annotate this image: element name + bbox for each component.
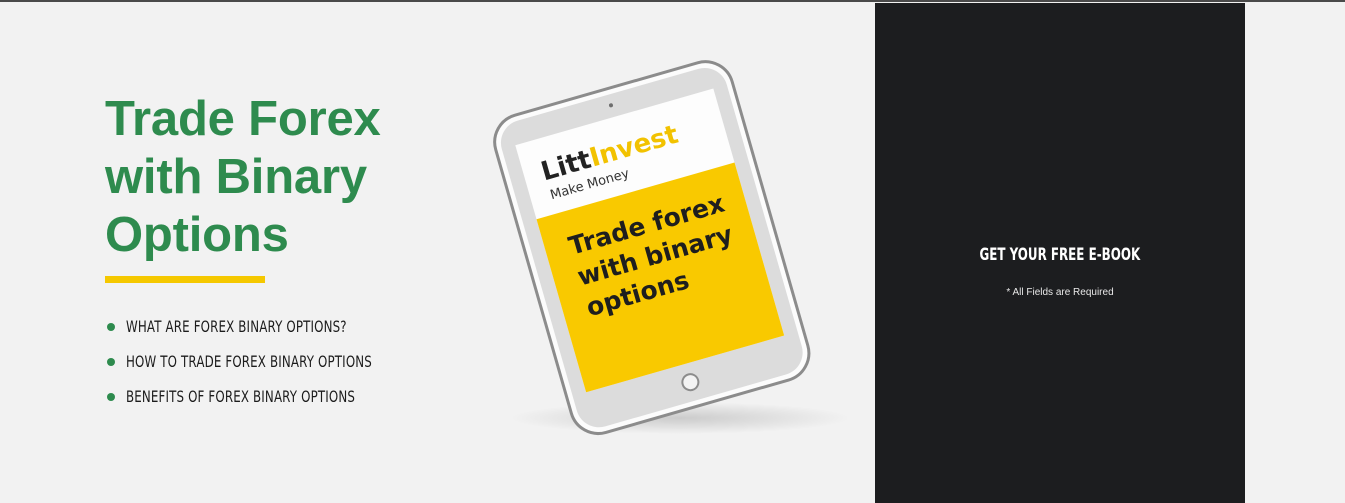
title-line: with Binary xyxy=(105,150,367,204)
tablet-illustration: LittInvest Make Money Trade forex with b… xyxy=(493,60,850,435)
bullet-dot-icon xyxy=(107,392,115,401)
bullet-dot-icon xyxy=(107,357,115,366)
title-line: Trade Forex xyxy=(105,92,381,146)
top-border xyxy=(0,0,1345,2)
feature-list: WHAT ARE FOREX BINARY OPTIONS? HOW TO TR… xyxy=(105,309,445,414)
title-underline xyxy=(105,276,265,283)
page-title: Trade Forex with Binary Options xyxy=(105,90,445,264)
bullet-dot-icon xyxy=(107,322,115,331)
ebook-tablet-image: LittInvest Make Money Trade forex with b… xyxy=(445,40,875,440)
feature-text: BENEFITS OF FOREX BINARY OPTIONS xyxy=(126,387,356,406)
list-item: WHAT ARE FOREX BINARY OPTIONS? xyxy=(105,309,445,344)
form-heading-text: GET YOUR FREE E-BOOK xyxy=(979,245,1141,265)
list-item: BENEFITS OF FOREX BINARY OPTIONS xyxy=(105,379,445,414)
form-heading: GET YOUR FREE E-BOOK xyxy=(875,245,1245,265)
ebook-signup-panel: GET YOUR FREE E-BOOK * All Fields are Re… xyxy=(875,3,1245,503)
hero-section: Trade Forex with Binary Options WHAT ARE… xyxy=(105,90,445,414)
required-fields-note: * All Fields are Required xyxy=(1006,287,1114,298)
title-line: Options xyxy=(105,208,289,262)
feature-text: WHAT ARE FOREX BINARY OPTIONS? xyxy=(126,317,347,336)
feature-text: HOW TO TRADE FOREX BINARY OPTIONS xyxy=(126,352,372,371)
list-item: HOW TO TRADE FOREX BINARY OPTIONS xyxy=(105,344,445,379)
